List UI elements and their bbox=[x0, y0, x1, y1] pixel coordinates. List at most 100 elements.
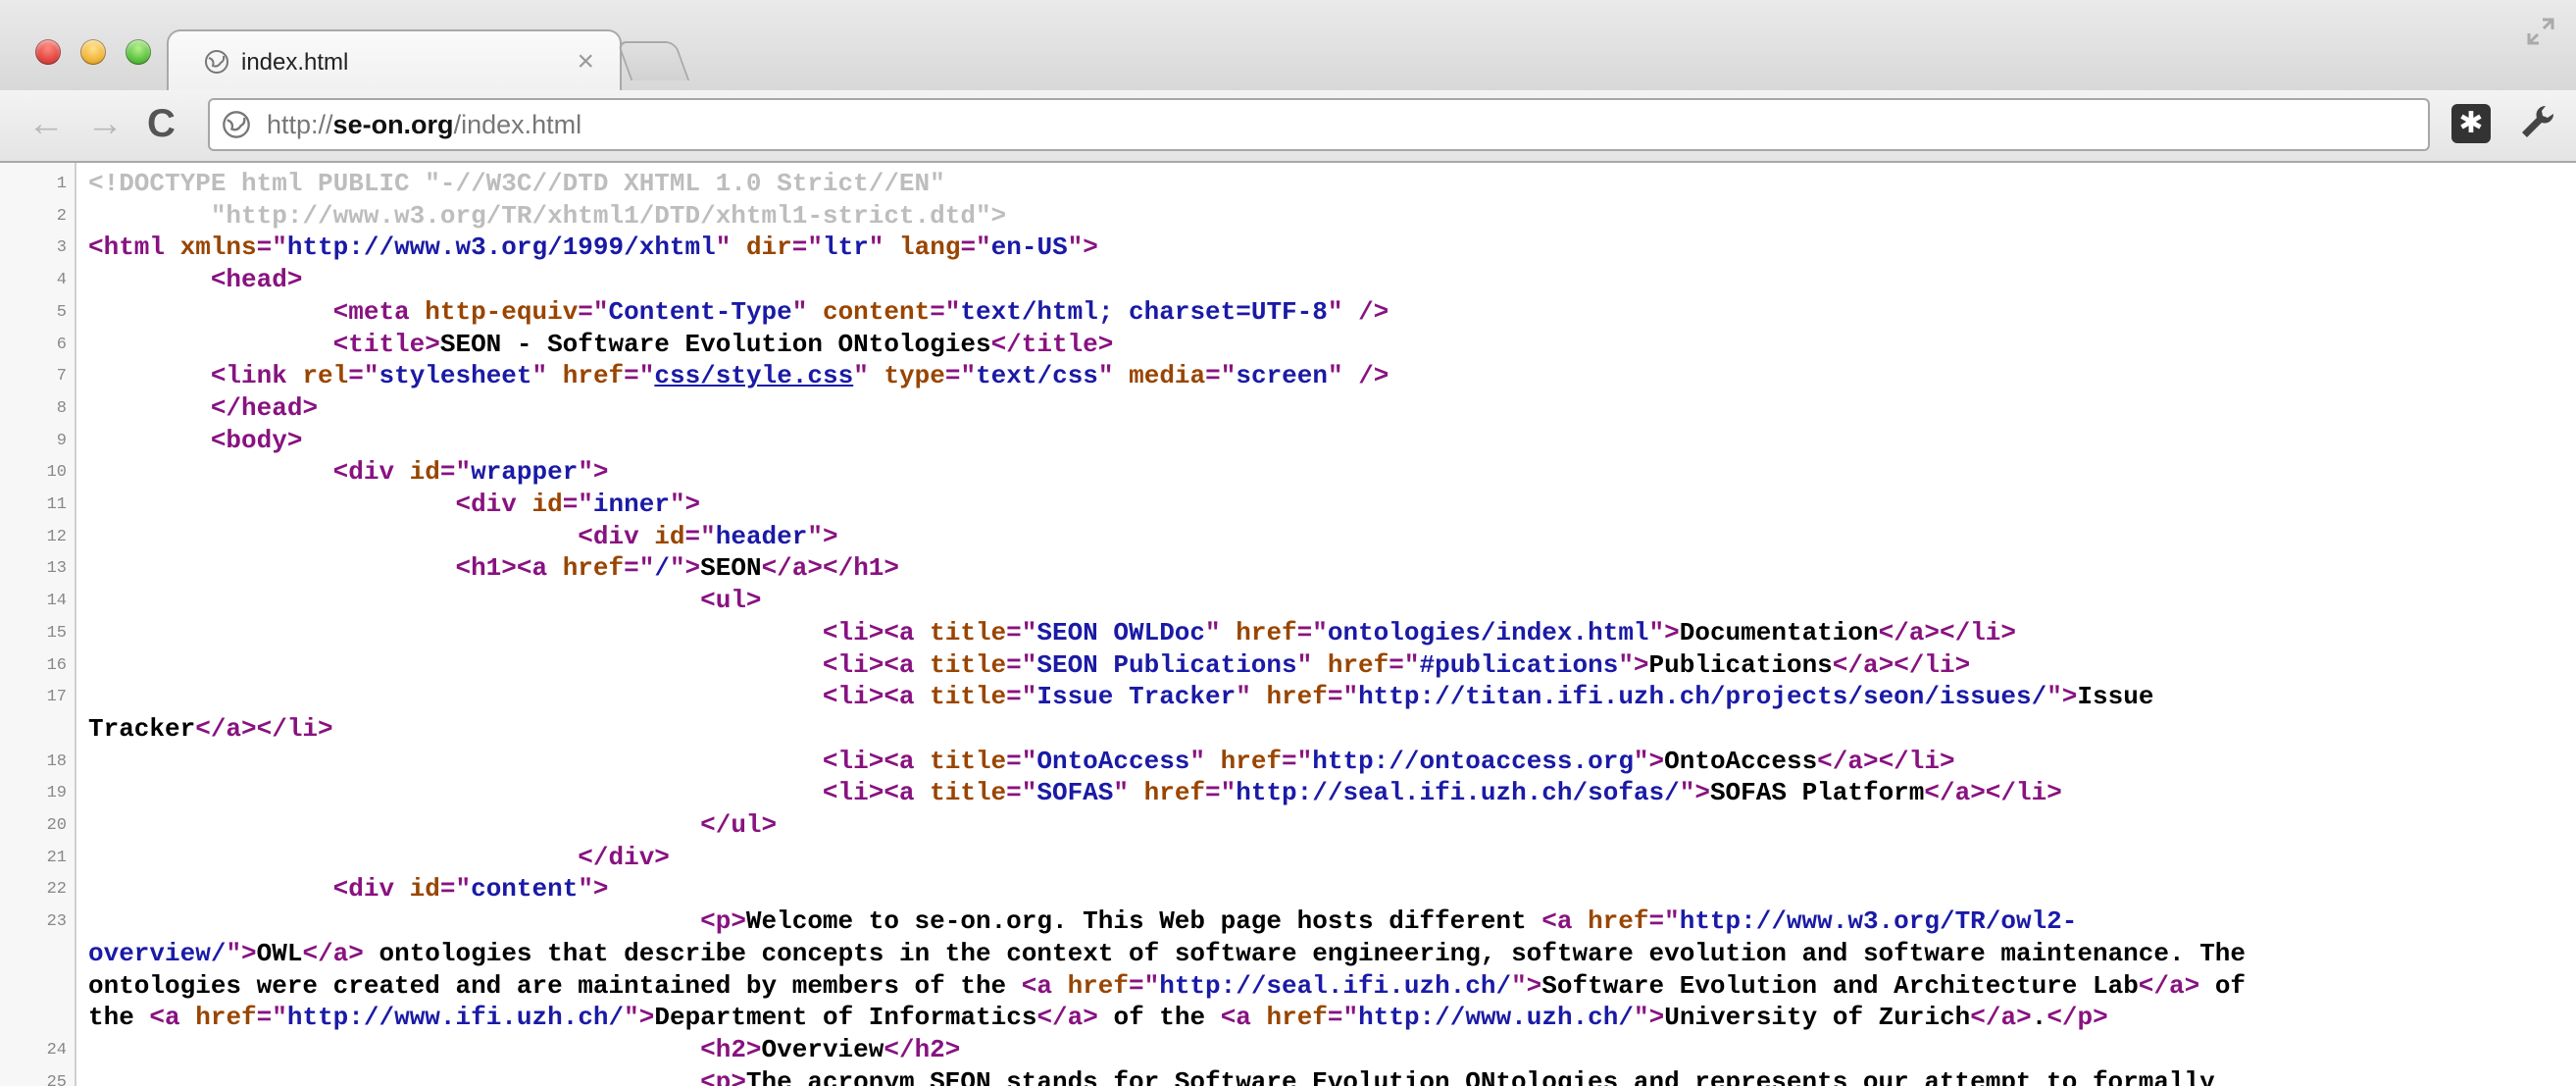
code-token: <div bbox=[578, 521, 655, 551]
code-token: " bbox=[853, 361, 884, 391]
code-text: the <a href="http://www.ifi.uzh.ch/">Dep… bbox=[88, 1003, 2108, 1032]
source-line: 22 <div id="content"> bbox=[0, 872, 2576, 905]
code-token: " /> bbox=[1327, 361, 1389, 391]
code-text: </head> bbox=[88, 393, 318, 423]
fullscreen-icon[interactable] bbox=[2523, 14, 2558, 49]
code-token: </div> bbox=[578, 842, 670, 872]
globe-icon bbox=[205, 50, 228, 74]
code-token: " bbox=[868, 233, 900, 263]
minimize-window-button[interactable] bbox=[80, 39, 106, 65]
source-line: 16 <li><a title="SEON Publications" href… bbox=[0, 648, 2576, 681]
tab-title: index.html bbox=[241, 49, 349, 76]
code-token: "> bbox=[1648, 617, 1680, 647]
source-line: 25 <p>The acronym SEON stands for Softwa… bbox=[0, 1065, 2576, 1086]
code-token: href bbox=[195, 1003, 257, 1033]
code-token: =" bbox=[1296, 617, 1328, 647]
tab-close-icon[interactable]: × bbox=[577, 45, 594, 78]
code-token: " bbox=[1296, 649, 1328, 680]
tab-index-html[interactable]: index.html × bbox=[167, 29, 622, 94]
code-token: " bbox=[1236, 682, 1267, 712]
code-token: id bbox=[409, 457, 440, 488]
code-token: =" bbox=[1006, 649, 1037, 680]
code-text: <h2>Overview</h2> bbox=[88, 1035, 960, 1064]
code-token: </a></li> bbox=[195, 713, 333, 744]
url-text: http://se-on.org/index.html bbox=[267, 110, 581, 140]
code-token: http://www.ifi.uzh.ch/ bbox=[286, 1003, 625, 1033]
line-number: 13 bbox=[46, 559, 67, 579]
code-token: title bbox=[930, 649, 1007, 680]
code-token: SEON bbox=[700, 553, 762, 584]
code-token: <ul> bbox=[700, 586, 762, 616]
source-line: 13 <h1><a href="/">SEON</a></h1> bbox=[0, 551, 2576, 584]
code-token: id bbox=[409, 874, 440, 905]
code-token: SOFAS bbox=[1036, 778, 1114, 808]
extension-icon[interactable]: ✱ bbox=[2451, 104, 2491, 143]
code-token: </a> bbox=[302, 938, 364, 968]
code-text: <body> bbox=[88, 426, 303, 455]
code-token: Department of Informatics bbox=[654, 1003, 1037, 1033]
code-token: href bbox=[1327, 649, 1389, 680]
close-window-button[interactable] bbox=[35, 39, 61, 65]
code-token: </a></li> bbox=[1817, 746, 1955, 776]
back-arrow-icon[interactable]: ← bbox=[27, 104, 65, 143]
source-line: 12 <div id="header"> bbox=[0, 520, 2576, 552]
code-token: "> bbox=[1633, 746, 1665, 776]
code-token: text/html; charset=UTF-8 bbox=[960, 296, 1328, 327]
code-token: =" bbox=[348, 361, 379, 391]
reload-icon[interactable]: C bbox=[147, 102, 176, 146]
source-line: ontologies were created and are maintain… bbox=[0, 969, 2576, 1002]
code-token: screen bbox=[1236, 361, 1328, 391]
code-token: </a> bbox=[1036, 1003, 1098, 1033]
code-token: </a> bbox=[1970, 1003, 2032, 1033]
address-bar[interactable]: http://se-on.org/index.html bbox=[208, 98, 2430, 151]
code-token: title bbox=[930, 746, 1007, 776]
wrench-icon[interactable] bbox=[2516, 100, 2559, 143]
code-token: SEON Publications bbox=[1036, 649, 1297, 680]
source-line: 9 <body> bbox=[0, 424, 2576, 456]
code-token: href bbox=[562, 361, 625, 391]
source-line: 7 <link rel="stylesheet" href="css/style… bbox=[0, 359, 2576, 391]
code-token: " bbox=[531, 361, 563, 391]
code-token: href bbox=[1266, 1003, 1328, 1033]
code-token: <div bbox=[332, 457, 410, 488]
code-token: ontologies that describe concepts in the… bbox=[363, 938, 2247, 968]
code-token: =" bbox=[578, 296, 609, 327]
line-number: 6 bbox=[56, 335, 67, 354]
code-token: " bbox=[791, 296, 823, 327]
code-token: Software Evolution and Architecture Lab bbox=[1541, 970, 2139, 1001]
zoom-window-button[interactable] bbox=[126, 39, 151, 65]
code-text: <title>SEON - Software Evolution ONtolog… bbox=[88, 330, 1114, 359]
code-token: dir bbox=[745, 233, 792, 263]
code-text: overview/">OWL</a> ontologies that descr… bbox=[88, 939, 2246, 968]
source-link[interactable]: css/style.css bbox=[654, 361, 853, 390]
code-token: <li><a bbox=[822, 778, 931, 808]
code-token: =" bbox=[439, 457, 472, 488]
line-number: 5 bbox=[56, 302, 67, 322]
line-number: 14 bbox=[46, 592, 67, 611]
line-number: 2 bbox=[56, 206, 67, 226]
line-number: 8 bbox=[56, 398, 67, 418]
code-token: <a bbox=[1541, 906, 1589, 937]
code-token: =" bbox=[1648, 906, 1680, 937]
code-token: #publications bbox=[1419, 649, 1619, 680]
code-token: <!DOCTYPE html PUBLIC "-//W3C//DTD XHTML… bbox=[88, 169, 945, 198]
line-number: 15 bbox=[46, 623, 67, 643]
line-number: 7 bbox=[56, 367, 67, 387]
code-token: Issue bbox=[2077, 682, 2154, 712]
source-line: 5 <meta http-equiv="Content-Type" conten… bbox=[0, 295, 2576, 328]
source-line: 1 <!DOCTYPE html PUBLIC "-//W3C//DTD XHTM… bbox=[0, 167, 2576, 199]
source-line: 14 <ul> bbox=[0, 584, 2576, 616]
forward-arrow-icon[interactable]: → bbox=[86, 104, 124, 143]
new-tab-button[interactable] bbox=[616, 41, 690, 80]
code-token: University of Zurich bbox=[1664, 1003, 1971, 1033]
